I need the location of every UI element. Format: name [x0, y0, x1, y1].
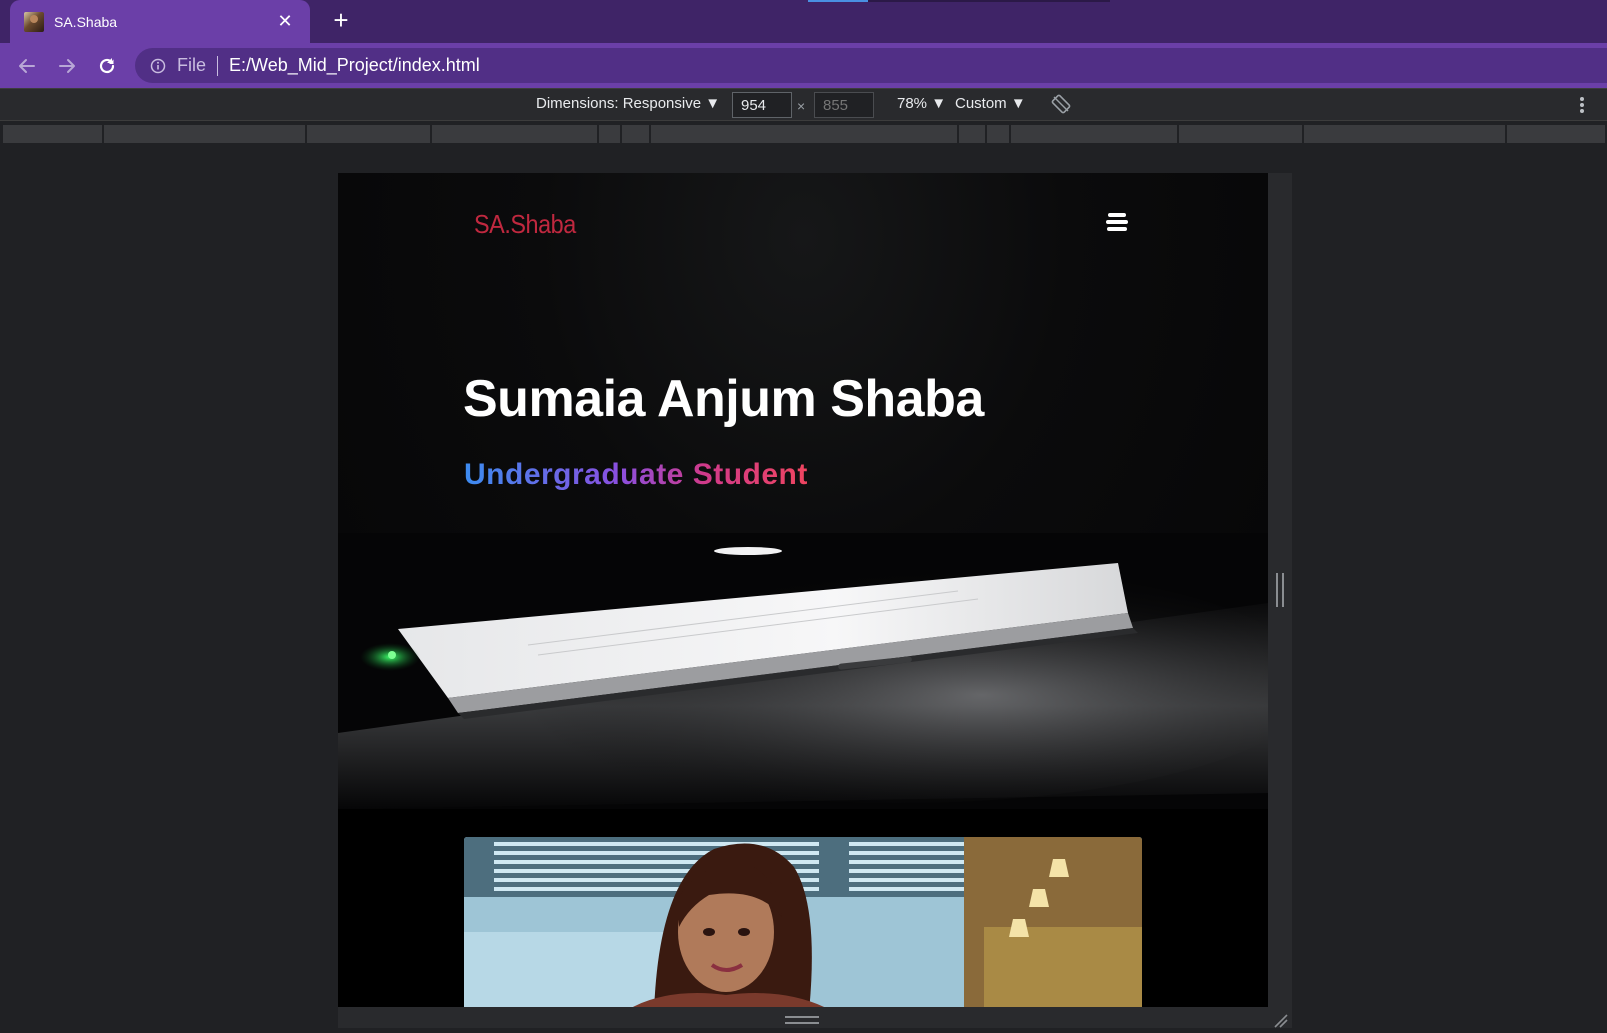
resize-handle-right[interactable]	[1276, 573, 1284, 607]
url-text[interactable]: E:/Web_Mid_Project/index.html	[229, 55, 480, 76]
device-toolbar: Dimensions: Responsive ▼ × 78% ▼ Custom …	[0, 88, 1607, 121]
media-query-segment[interactable]	[1010, 125, 1177, 143]
browser-toolbar: File E:/Web_Mid_Project/index.html	[0, 43, 1607, 88]
media-query-segment[interactable]	[650, 125, 957, 143]
profile-photo-favicon	[24, 11, 44, 32]
zoom-dropdown[interactable]: 78% ▼	[897, 95, 946, 112]
url-separator	[217, 55, 219, 76]
back-button[interactable]	[7, 46, 47, 86]
media-query-segment[interactable]	[306, 125, 430, 143]
browser-tab-active[interactable]: SA.Shaba ✕	[10, 0, 310, 43]
media-query-segment[interactable]	[621, 125, 649, 143]
media-query-segment[interactable]	[1178, 125, 1302, 143]
media-query-segment[interactable]	[1506, 125, 1605, 143]
resize-corner-icon[interactable]	[1272, 1012, 1288, 1028]
hero-name: Sumaia Anjum Shaba	[463, 370, 984, 428]
new-tab-button[interactable]: +	[326, 6, 356, 36]
address-bar[interactable]: File E:/Web_Mid_Project/index.html	[135, 48, 1607, 83]
media-query-segment[interactable]	[1303, 125, 1505, 143]
media-query-bar	[0, 123, 1607, 145]
browser-tabstrip: SA.Shaba ✕ +	[0, 0, 1607, 43]
height-input[interactable]	[814, 92, 874, 118]
arrow-right-icon	[59, 58, 75, 73]
dimensions-dropdown[interactable]: Dimensions: Responsive ▼	[536, 95, 720, 112]
site-logo[interactable]: SA.Shaba	[474, 209, 576, 240]
resize-handle-bottom[interactable]	[785, 1016, 819, 1024]
media-query-segment[interactable]	[103, 125, 305, 143]
media-query-segment[interactable]	[986, 125, 1009, 143]
throttle-dropdown[interactable]: Custom ▼	[955, 95, 1026, 112]
forward-button[interactable]	[47, 46, 87, 86]
emulated-page: SA.Shaba Sumaia Anjum Shaba Undergraduat…	[338, 173, 1268, 1007]
tab-close-icon[interactable]: ✕	[274, 11, 296, 32]
media-query-segment[interactable]	[2, 125, 102, 143]
rotate-icon[interactable]	[1050, 93, 1072, 115]
width-input[interactable]	[732, 92, 792, 118]
arrow-left-icon	[19, 58, 35, 73]
hamburger-menu-icon[interactable]	[1106, 213, 1128, 233]
laptop-on-desk-dark-photo	[338, 533, 1268, 809]
profile-portrait-photo	[464, 837, 1142, 1007]
hero-role: Undergraduate Student	[464, 458, 808, 491]
media-query-segment[interactable]	[598, 125, 620, 143]
url-scheme-label: File	[177, 55, 207, 75]
reload-button[interactable]	[87, 46, 127, 86]
tabstrip-indicator-accent	[808, 0, 868, 2]
tabstrip-indicator	[808, 0, 1110, 2]
dimension-times-sign: ×	[797, 98, 806, 114]
reload-icon	[99, 57, 115, 73]
media-query-segment[interactable]	[958, 125, 985, 143]
hero-section: SA.Shaba Sumaia Anjum Shaba Undergraduat…	[338, 173, 1268, 809]
tab-title: SA.Shaba	[54, 13, 118, 30]
media-query-segment[interactable]	[431, 125, 597, 143]
kebab-menu-icon[interactable]	[1575, 95, 1589, 117]
info-icon[interactable]	[149, 57, 167, 75]
